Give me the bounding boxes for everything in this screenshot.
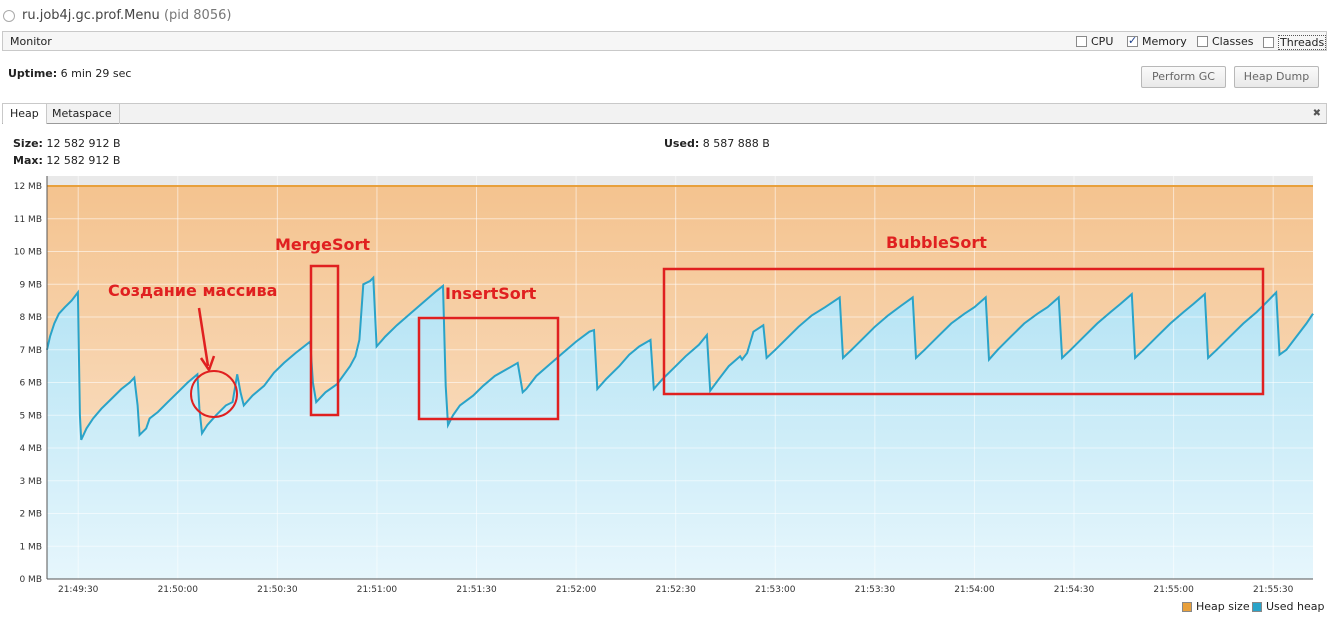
heap-used-label: Used: [664,137,700,150]
x-tick-label: 21:52:00 [556,585,597,595]
x-tick-label: 21:54:30 [1054,585,1095,595]
heap-size-stat: Size: 12 582 912 B [13,137,121,150]
classes-checkbox-box[interactable] [1197,36,1208,47]
heap-used-value: 8 587 888 B [702,137,770,150]
tab-metaspace[interactable]: Metaspace [45,104,120,124]
legend-used-heap: Used heap [1252,600,1325,613]
window-pid: (pid 8056) [163,8,232,23]
y-tick-label: 10 MB [14,248,42,258]
heap-used-stat: Used: 8 587 888 B [664,137,770,150]
cpu-checkbox[interactable]: CPU [1076,35,1113,48]
y-tick-label: 2 MB [19,510,42,520]
x-tick-label: 21:51:00 [357,585,398,595]
x-tick-label: 21:49:30 [58,585,99,595]
heap-max-stat: Max: 12 582 912 B [13,154,120,167]
y-tick-label: 11 MB [14,215,42,225]
y-tick-label: 9 MB [19,280,42,290]
cpu-checkbox-box[interactable] [1076,36,1087,47]
x-tick-label: 21:53:00 [755,585,796,595]
x-tick-label: 21:52:30 [655,585,696,595]
x-tick-label: 21:54:00 [954,585,995,595]
tab-heap[interactable]: Heap [3,104,47,124]
heap-max-label: Max: [13,154,43,167]
array-creation-label: Создание массива [108,281,277,300]
legend-heap-size: Heap size [1182,600,1250,613]
memory-tabs: Heap Metaspace ✖ [2,103,1327,124]
y-tick-label: 4 MB [19,444,42,454]
close-icon[interactable]: ✖ [1313,108,1321,119]
heap-size-value: 12 582 912 B [46,137,121,150]
monitor-bar: Monitor CPU Memory Classes Threads [2,31,1327,51]
memory-checkbox-label: Memory [1142,35,1187,48]
window-title-text: ru.job4j.gc.prof.Menu [22,8,160,23]
uptime: Uptime: 6 min 29 sec [8,67,131,80]
x-tick-label: 21:53:30 [855,585,896,595]
insertsort-label: InsertSort [445,284,537,303]
heap-size-swatch [1182,601,1192,612]
x-tick-label: 21:55:00 [1153,585,1194,595]
memory-checkbox[interactable]: Memory [1127,34,1187,48]
y-tick-label: 0 MB [19,575,42,585]
memory-checkbox-box[interactable] [1127,34,1138,47]
cpu-checkbox-label: CPU [1091,35,1114,48]
legend-used-heap-label: Used heap [1266,600,1325,613]
heap-dump-button[interactable]: Heap Dump [1234,66,1319,88]
heap-size-label: Size: [13,137,43,150]
window-titlebar: ru.job4j.gc.prof.Menu (pid 8056) [0,0,1332,32]
bubblesort-label: BubbleSort [886,233,987,252]
x-tick-label: 21:50:00 [158,585,199,595]
perform-gc-button[interactable]: Perform GC [1141,66,1226,88]
x-tick-label: 21:50:30 [257,585,298,595]
heap-max-value: 12 582 912 B [46,154,121,167]
app-status-icon [3,10,15,22]
y-tick-label: 6 MB [19,379,42,389]
y-tick-label: 1 MB [19,542,42,552]
mergesort-label: MergeSort [275,235,370,254]
classes-checkbox-label: Classes [1212,35,1254,48]
x-tick-label: 21:51:30 [456,585,497,595]
y-tick-label: 12 MB [14,182,42,192]
uptime-label: Uptime: [8,67,58,80]
legend-heap-size-label: Heap size [1196,600,1250,613]
window-title: ru.job4j.gc.prof.Menu (pid 8056) [22,8,231,23]
uptime-value: 6 min 29 sec [60,67,132,80]
threads-checkbox-label: Threads [1278,35,1327,50]
monitor-label: Monitor [10,35,52,48]
y-tick-label: 7 MB [19,346,42,356]
classes-checkbox[interactable]: Classes [1197,35,1253,48]
y-tick-label: 3 MB [19,477,42,487]
threads-checkbox-box[interactable] [1263,37,1274,48]
x-tick-label: 21:55:30 [1253,585,1294,595]
threads-checkbox[interactable]: Threads [1263,35,1327,50]
heap-chart: 0 MB 1 MB 2 MB 3 MB 4 MB 5 MB 6 MB 7 MB 8 MB 9 MB… [14,176,1314,595]
plot-top-band [47,176,1313,186]
used-heap-swatch [1252,601,1262,612]
y-tick-label: 5 MB [19,411,42,421]
y-tick-label: 8 MB [19,313,42,323]
